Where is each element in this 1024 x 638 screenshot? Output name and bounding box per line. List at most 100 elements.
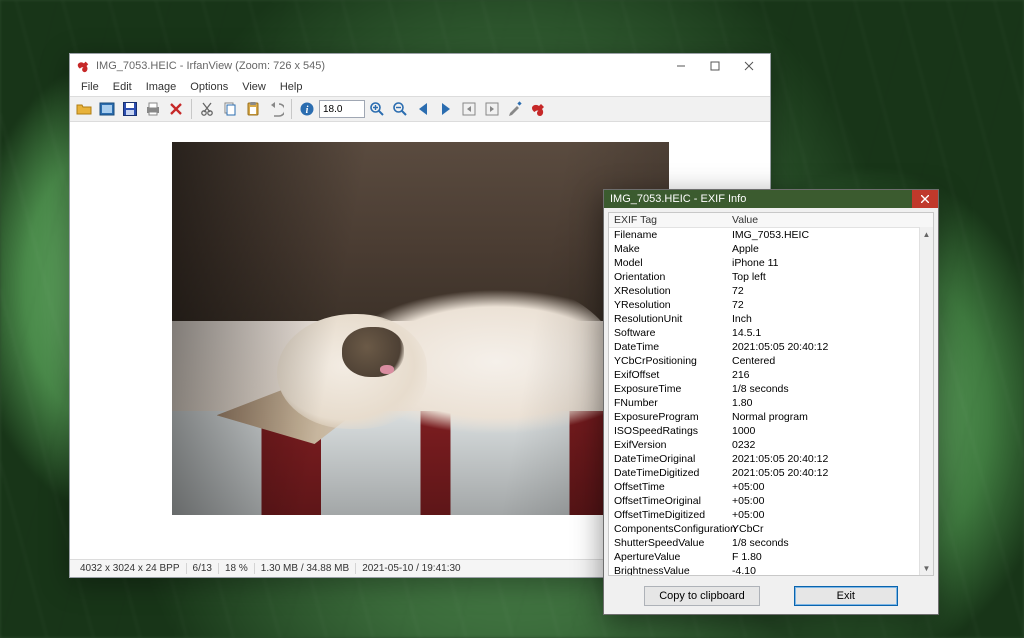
zoom-in-icon[interactable]	[366, 98, 388, 120]
exif-tag: Software	[609, 326, 727, 340]
exif-value: 216	[727, 368, 933, 382]
exif-row[interactable]: ExifVersion0232	[609, 438, 933, 452]
exif-row[interactable]: OrientationTop left	[609, 270, 933, 284]
print-icon[interactable]	[142, 98, 164, 120]
exif-row[interactable]: ExifOffset216	[609, 368, 933, 382]
window-title: IMG_7053.HEIC - IrfanView (Zoom: 726 x 5…	[96, 60, 664, 72]
menu-image[interactable]: Image	[139, 81, 184, 93]
exif-row[interactable]: DateTimeDigitized2021:05:05 20:40:12	[609, 466, 933, 480]
zoom-combo[interactable]	[319, 100, 365, 118]
info-icon[interactable]: i	[296, 98, 318, 120]
prev-icon[interactable]	[412, 98, 434, 120]
next-page-icon[interactable]	[481, 98, 503, 120]
minimize-button[interactable]	[664, 55, 698, 77]
close-button[interactable]	[732, 55, 766, 77]
exif-tag: OffsetTimeOriginal	[609, 494, 727, 508]
menu-options[interactable]: Options	[183, 81, 235, 93]
exif-close-button[interactable]	[912, 190, 938, 208]
exit-button[interactable]: Exit	[794, 586, 898, 606]
exif-value: 1/8 seconds	[727, 382, 933, 396]
status-datetime: 2021-05-10 / 19:41:30	[356, 563, 466, 574]
exif-row[interactable]: FilenameIMG_7053.HEIC	[609, 228, 933, 242]
exif-row[interactable]: OffsetTime+05:00	[609, 480, 933, 494]
settings-icon[interactable]	[504, 98, 526, 120]
scroll-up-icon[interactable]: ▲	[920, 227, 933, 241]
toolbar-separator	[291, 99, 292, 119]
exif-tag: ISOSpeedRatings	[609, 424, 727, 438]
exif-row[interactable]: DateTime2021:05:05 20:40:12	[609, 340, 933, 354]
exif-listview[interactable]: EXIF Tag Value FilenameIMG_7053.HEICMake…	[608, 212, 934, 576]
exif-value: 2021:05:05 20:40:12	[727, 466, 933, 480]
menu-file[interactable]: File	[74, 81, 106, 93]
exif-button-row: Copy to clipboard Exit	[604, 580, 938, 614]
exif-row[interactable]: ApertureValueF 1.80	[609, 550, 933, 564]
menu-edit[interactable]: Edit	[106, 81, 139, 93]
exif-tag: Model	[609, 256, 727, 270]
exif-tag: ResolutionUnit	[609, 312, 727, 326]
exif-row[interactable]: DateTimeOriginal2021:05:05 20:40:12	[609, 452, 933, 466]
exif-value: iPhone 11	[727, 256, 933, 270]
exif-row[interactable]: Software14.5.1	[609, 326, 933, 340]
exif-value: Centered	[727, 354, 933, 368]
exif-row[interactable]: ExposureProgramNormal program	[609, 410, 933, 424]
exif-value: 72	[727, 284, 933, 298]
exif-row[interactable]: ComponentsConfigurationYCbCr	[609, 522, 933, 536]
status-zoom: 18 %	[219, 563, 255, 574]
exif-tag: XResolution	[609, 284, 727, 298]
exif-scrollbar[interactable]: ▲ ▼	[919, 227, 933, 575]
exif-row[interactable]: BrightnessValue-4.10	[609, 564, 933, 575]
exif-row[interactable]: OffsetTimeOriginal+05:00	[609, 494, 933, 508]
maximize-button[interactable]	[698, 55, 732, 77]
undo-icon[interactable]	[265, 98, 287, 120]
exif-tag: Make	[609, 242, 727, 256]
exif-row[interactable]: XResolution72	[609, 284, 933, 298]
exif-value: 2021:05:05 20:40:12	[727, 340, 933, 354]
exif-titlebar[interactable]: IMG_7053.HEIC - EXIF Info	[604, 190, 938, 208]
prev-page-icon[interactable]	[458, 98, 480, 120]
exif-tag: ExifOffset	[609, 368, 727, 382]
exif-value: 1/8 seconds	[727, 536, 933, 550]
exif-tag: ExifVersion	[609, 438, 727, 452]
exif-tag: DateTimeDigitized	[609, 466, 727, 480]
cut-icon[interactable]	[196, 98, 218, 120]
delete-icon[interactable]	[165, 98, 187, 120]
thumbnails-icon[interactable]	[96, 98, 118, 120]
exif-row[interactable]: YResolution72	[609, 298, 933, 312]
copy-icon[interactable]	[219, 98, 241, 120]
next-icon[interactable]	[435, 98, 457, 120]
exif-value: +05:00	[727, 494, 933, 508]
scroll-down-icon[interactable]: ▼	[920, 561, 933, 575]
exif-header-value[interactable]: Value	[727, 213, 933, 227]
menu-help[interactable]: Help	[273, 81, 310, 93]
exif-row[interactable]: MakeApple	[609, 242, 933, 256]
exif-tag: ComponentsConfiguration	[609, 522, 727, 536]
paste-icon[interactable]	[242, 98, 264, 120]
exif-row[interactable]: ISOSpeedRatings1000	[609, 424, 933, 438]
exif-value: Normal program	[727, 410, 933, 424]
exif-row[interactable]: FNumber1.80	[609, 396, 933, 410]
about-icon[interactable]	[527, 98, 549, 120]
copy-to-clipboard-button[interactable]: Copy to clipboard	[644, 586, 760, 606]
exif-tag: YResolution	[609, 298, 727, 312]
exif-row[interactable]: ModeliPhone 11	[609, 256, 933, 270]
exif-value: +05:00	[727, 508, 933, 522]
exif-row[interactable]: OffsetTimeDigitized+05:00	[609, 508, 933, 522]
exif-row[interactable]: ShutterSpeedValue1/8 seconds	[609, 536, 933, 550]
menu-view[interactable]: View	[235, 81, 273, 93]
status-memory: 1.30 MB / 34.88 MB	[255, 563, 356, 574]
zoom-out-icon[interactable]	[389, 98, 411, 120]
exif-row[interactable]: ResolutionUnitInch	[609, 312, 933, 326]
exif-tag: Filename	[609, 228, 727, 242]
save-icon[interactable]	[119, 98, 141, 120]
open-icon[interactable]	[73, 98, 95, 120]
exif-row[interactable]: YCbCrPositioningCentered	[609, 354, 933, 368]
exif-row[interactable]: ExposureTime1/8 seconds	[609, 382, 933, 396]
exif-header-tag[interactable]: EXIF Tag	[609, 213, 727, 227]
menubar: File Edit Image Options View Help	[70, 78, 770, 96]
exif-header-row[interactable]: EXIF Tag Value	[609, 213, 933, 228]
exif-tag: ShutterSpeedValue	[609, 536, 727, 550]
exif-value: 0232	[727, 438, 933, 452]
exif-value: 72	[727, 298, 933, 312]
exif-tag: OffsetTimeDigitized	[609, 508, 727, 522]
titlebar[interactable]: IMG_7053.HEIC - IrfanView (Zoom: 726 x 5…	[70, 54, 770, 78]
